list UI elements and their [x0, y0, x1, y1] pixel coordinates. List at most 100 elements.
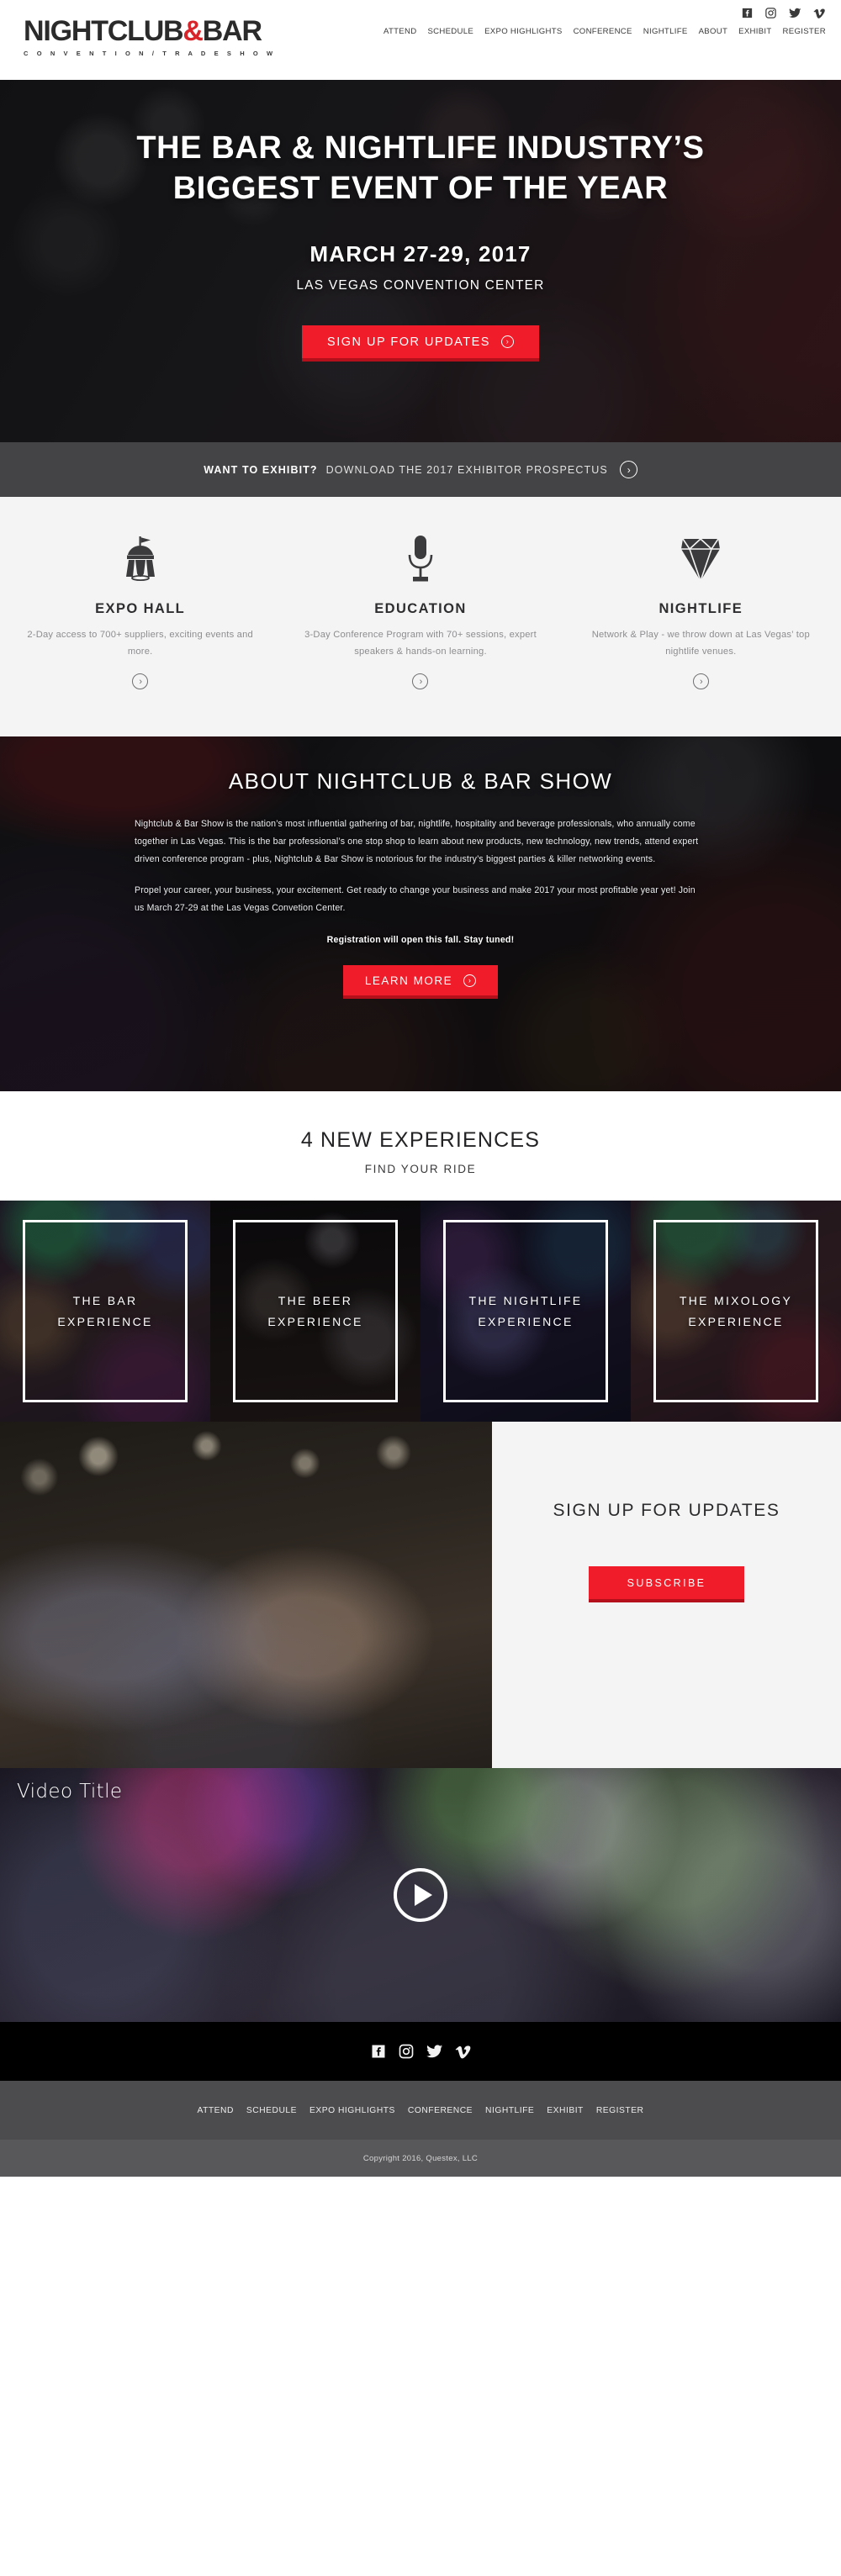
- signup-photo: [0, 1422, 492, 1769]
- facebook-icon[interactable]: [370, 2043, 387, 2060]
- about-paragraph-2: Propel your career, your business, your …: [135, 885, 696, 913]
- feature-nightlife[interactable]: NIGHTLIFE Network & Play - we throw down…: [561, 532, 841, 690]
- chevron-right-icon[interactable]: ›: [692, 673, 709, 690]
- subscribe-button[interactable]: SUBSCRIBE: [588, 1566, 745, 1603]
- about-content: ABOUT NIGHTCLUB & BAR SHOW Nightclub & B…: [0, 736, 841, 1000]
- card-frame: THE NIGHTLIFE EXPERIENCE: [443, 1220, 608, 1403]
- experiences-title: 4 NEW EXPERIENCES: [300, 1128, 541, 1153]
- instagram-icon[interactable]: [398, 2043, 415, 2060]
- nav-item-conference[interactable]: CONFERENCE: [574, 27, 632, 36]
- hero-content: THE BAR & NIGHTLIFE INDUSTRY’S BIGGEST E…: [0, 80, 841, 362]
- logo-text-1: NIGHTCLUB: [24, 15, 184, 47]
- footer-social-links: [0, 2022, 841, 2082]
- experience-card-mixology[interactable]: THE MIXOLOGY EXPERIENCE: [631, 1201, 841, 1423]
- site-footer: ATTEND SCHEDULE EXPO HIGHLIGHTS CONFEREN…: [0, 2022, 841, 2177]
- nav-item-expo-highlights[interactable]: EXPO HIGHLIGHTS: [484, 27, 562, 36]
- card-frame: THE MIXOLOGY EXPERIENCE: [653, 1220, 818, 1403]
- twitter-icon[interactable]: [788, 7, 802, 19]
- card-label-line2: EXPERIENCE: [688, 1314, 784, 1328]
- twitter-icon[interactable]: [426, 2043, 444, 2060]
- sign-up-for-updates-button[interactable]: SIGN UP FOR UPDATES ›: [302, 325, 539, 362]
- instagram-icon[interactable]: [764, 7, 777, 19]
- logo-tagline: C O N V E N T I O N / T R A D E S H O W: [24, 50, 277, 57]
- learn-more-button-label: LEARN MORE: [364, 974, 453, 988]
- feature-description: 3-Day Conference Program with 70+ sessio…: [304, 630, 537, 657]
- nav-item-register[interactable]: REGISTER: [783, 27, 826, 36]
- learn-more-button[interactable]: LEARN MORE ›: [342, 965, 499, 1000]
- feature-description: 2-Day access to 700+ suppliers, exciting…: [27, 630, 253, 657]
- card-label-line1: THE MIXOLOGY: [679, 1294, 793, 1308]
- hero-title: THE BAR & NIGHTLIFE INDUSTRY’S BIGGEST E…: [0, 129, 841, 209]
- card-frame: THE BAR EXPERIENCE: [23, 1220, 188, 1403]
- about-section: ABOUT NIGHTCLUB & BAR SHOW Nightclub & B…: [0, 736, 841, 1092]
- card-label: THE BAR EXPERIENCE: [57, 1291, 152, 1332]
- hero-title-line2: BIGGEST EVENT OF THE YEAR: [172, 170, 669, 206]
- tent-icon: [22, 532, 258, 588]
- card-label: THE MIXOLOGY EXPERIENCE: [680, 1291, 792, 1332]
- nav-item-about[interactable]: ABOUT: [699, 27, 728, 36]
- card-label-line1: THE BAR: [72, 1294, 138, 1308]
- header-right-cluster: ATTEND SCHEDULE EXPO HIGHLIGHTS CONFEREN…: [383, 7, 826, 41]
- hero-event-date: MARCH 27-29, 2017: [309, 240, 532, 267]
- footer-nav: ATTEND SCHEDULE EXPO HIGHLIGHTS CONFEREN…: [0, 2081, 841, 2141]
- experience-cards-row: THE BAR EXPERIENCE THE BEER EXPERIENCE T…: [0, 1201, 841, 1423]
- feature-expo-hall[interactable]: EXPO HALL 2-Day access to 700+ suppliers…: [0, 532, 280, 690]
- site-logo[interactable]: NIGHTCLUB&BAR C O N V E N T I O N / T R …: [24, 17, 276, 57]
- footer-nav-item-nightlife[interactable]: NIGHTLIFE: [485, 2106, 534, 2115]
- feature-education[interactable]: EDUCATION 3-Day Conference Program with …: [280, 532, 560, 690]
- logo-wordmark: NIGHTCLUB&BAR: [24, 17, 276, 45]
- card-label-line2: EXPERIENCE: [478, 1314, 574, 1328]
- footer-nav-item-register[interactable]: REGISTER: [596, 2106, 644, 2115]
- experiences-subtitle: FIND YOUR RIDE: [364, 1163, 477, 1176]
- experience-card-nightlife[interactable]: THE NIGHTLIFE EXPERIENCE: [420, 1201, 631, 1423]
- signup-title: SIGN UP FOR UPDATES: [553, 1501, 780, 1521]
- exhibitor-prospectus-banner[interactable]: WANT TO EXHIBIT? DOWNLOAD THE 2017 EXHIB…: [0, 442, 841, 497]
- experience-card-beer[interactable]: THE BEER EXPERIENCE: [210, 1201, 420, 1423]
- vimeo-icon[interactable]: [813, 7, 826, 19]
- copyright-text: Copyright 2016, Questex, LLC: [362, 2153, 479, 2163]
- card-label: THE NIGHTLIFE EXPERIENCE: [469, 1291, 583, 1332]
- footer-copyright-bar: Copyright 2016, Questex, LLC: [0, 2140, 841, 2177]
- feature-columns: EXPO HALL 2-Day access to 700+ suppliers…: [0, 497, 841, 737]
- experiences-heading: 4 NEW EXPERIENCES FIND YOUR RIDE: [0, 1091, 841, 1201]
- footer-nav-item-schedule[interactable]: SCHEDULE: [246, 2106, 297, 2115]
- hero-title-line1: THE BAR & NIGHTLIFE INDUSTRY’S: [136, 130, 705, 166]
- logo-text-2: BAR: [202, 15, 262, 47]
- chevron-right-icon: ›: [619, 461, 637, 478]
- footer-nav-item-attend[interactable]: ATTEND: [197, 2106, 233, 2115]
- feature-title: EXPO HALL: [95, 601, 186, 616]
- feature-description: Network & Play - we throw down at Las Ve…: [591, 630, 810, 657]
- nav-item-schedule[interactable]: SCHEDULE: [427, 27, 473, 36]
- play-triangle-icon: [414, 1884, 432, 1907]
- card-label-line2: EXPERIENCE: [267, 1314, 363, 1328]
- card-label-line1: THE BEER: [278, 1294, 353, 1308]
- header-social-links: [741, 7, 826, 19]
- about-paragraph-1: Nightclub & Bar Show is the nation’s mos…: [135, 819, 699, 864]
- footer-nav-item-conference[interactable]: CONFERENCE: [408, 2106, 473, 2115]
- card-label-line1: THE NIGHTLIFE: [468, 1294, 583, 1308]
- experience-card-bar[interactable]: THE BAR EXPERIENCE: [0, 1201, 210, 1423]
- exhibit-banner-subtext: DOWNLOAD THE 2017 EXHIBITOR PROSPECTUS: [325, 463, 608, 476]
- nav-item-attend[interactable]: ATTEND: [383, 27, 416, 36]
- vimeo-icon[interactable]: [455, 2043, 472, 2060]
- experiences-section: 4 NEW EXPERIENCES FIND YOUR RIDE THE BAR…: [0, 1091, 841, 1423]
- facebook-icon[interactable]: [741, 7, 754, 19]
- chevron-right-icon[interactable]: ›: [412, 673, 429, 690]
- microphone-icon: [302, 532, 538, 588]
- hero-event-venue: LAS VEGAS CONVENTION CENTER: [296, 277, 545, 293]
- hero-banner: THE BAR & NIGHTLIFE INDUSTRY’S BIGGEST E…: [0, 80, 841, 442]
- footer-nav-item-expo-highlights[interactable]: EXPO HIGHLIGHTS: [309, 2106, 395, 2115]
- card-label-line2: EXPERIENCE: [57, 1314, 153, 1328]
- logo-ampersand: &: [182, 15, 204, 47]
- footer-nav-item-exhibit[interactable]: EXHIBIT: [547, 2106, 584, 2115]
- video-section[interactable]: Video Title: [0, 1768, 841, 2023]
- play-button-icon[interactable]: [394, 1868, 447, 1923]
- nav-item-exhibit[interactable]: EXHIBIT: [738, 27, 771, 36]
- primary-nav: ATTEND SCHEDULE EXPO HIGHLIGHTS CONFEREN…: [383, 27, 826, 41]
- chevron-right-icon[interactable]: ›: [132, 673, 149, 690]
- signup-section: SIGN UP FOR UPDATES SUBSCRIBE: [0, 1422, 841, 1769]
- chevron-right-icon: ›: [463, 974, 477, 988]
- sign-up-button-label: SIGN UP FOR UPDATES: [327, 335, 490, 349]
- chevron-right-icon: ›: [500, 335, 514, 349]
- nav-item-nightlife[interactable]: NIGHTLIFE: [643, 27, 688, 36]
